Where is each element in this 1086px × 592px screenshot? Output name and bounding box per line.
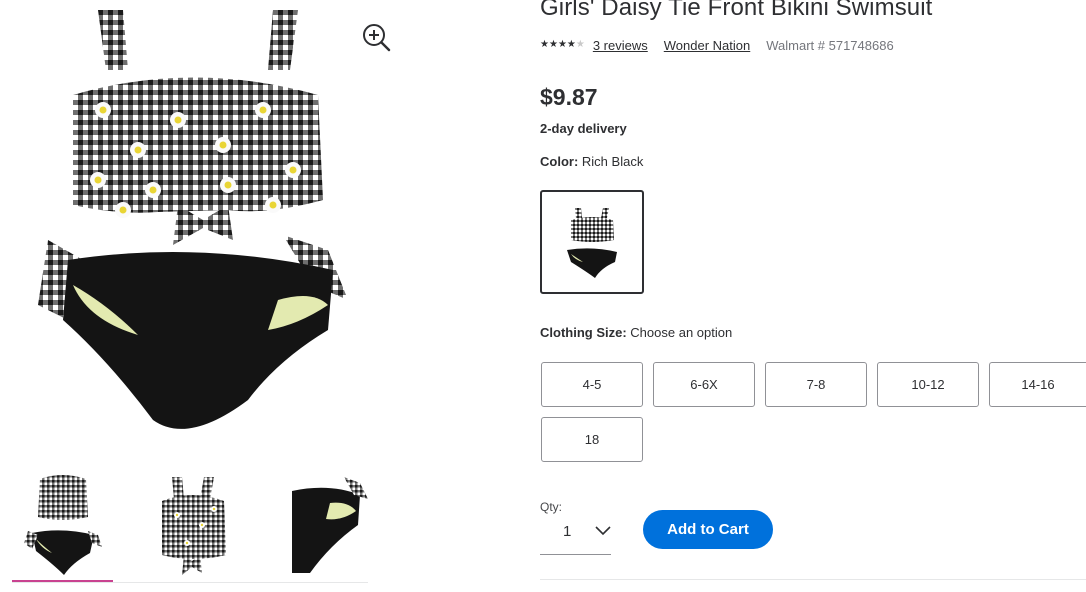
star-empty-icon: ★ <box>575 39 585 50</box>
star-filled-icon: ★ <box>548 39 558 50</box>
size-value: Choose an option <box>630 325 733 340</box>
star-filled-icon: ★ <box>566 39 576 50</box>
size-option-18[interactable]: 18 <box>541 417 643 462</box>
brand-link[interactable]: Wonder Nation <box>664 38 750 53</box>
add-to-cart-button[interactable]: Add to Cart <box>643 510 773 549</box>
color-swatch-rich-black[interactable] <box>540 190 644 294</box>
zoom-in-icon[interactable] <box>361 22 391 52</box>
delivery-info: 2-day delivery <box>540 121 627 136</box>
quantity-value: 1 <box>563 523 572 540</box>
product-price: $9.87 <box>540 84 598 110</box>
item-number: Walmart # 571748686 <box>766 37 894 53</box>
quantity-select[interactable]: 1 <box>540 512 611 555</box>
thumbnail-bottom-view[interactable] <box>270 465 370 581</box>
star-filled-icon: ★ <box>557 39 567 50</box>
star-filled-icon: ★ <box>540 39 549 50</box>
size-option-10-12[interactable]: 10-12 <box>877 362 979 407</box>
size-option-7-8[interactable]: 7-8 <box>765 362 867 407</box>
color-label: Color: <box>540 154 579 169</box>
reviews-link[interactable]: 3 reviews <box>593 38 648 53</box>
product-title: Girls' Daisy Tie Front Bikini Swimsuit <box>540 0 933 21</box>
size-option-14-16[interactable]: 14-16 <box>989 362 1086 407</box>
product-meta-row: ★ ★ ★ ★ ★ 3 reviews Wonder Nation Walmart # … <box>540 37 894 53</box>
thumbnail-strip <box>12 465 368 585</box>
divider <box>12 582 368 583</box>
main-product-image[interactable] <box>28 0 358 440</box>
divider <box>540 579 1086 580</box>
size-label-row: Clothing Size: Choose an option <box>540 325 732 340</box>
star-rating: ★ ★ ★ ★ ★ <box>540 40 585 50</box>
chevron-down-icon <box>595 523 611 537</box>
size-option-6-6x[interactable]: 6-6X <box>653 362 755 407</box>
thumbnail-front-view[interactable] <box>12 465 112 581</box>
color-value: Rich Black <box>581 154 644 169</box>
size-option-4-5[interactable]: 4-5 <box>541 362 643 407</box>
color-label-row: Color: Rich Black <box>540 154 643 169</box>
size-label: Clothing Size: <box>540 325 627 340</box>
thumbnail-top-view[interactable] <box>142 465 242 581</box>
